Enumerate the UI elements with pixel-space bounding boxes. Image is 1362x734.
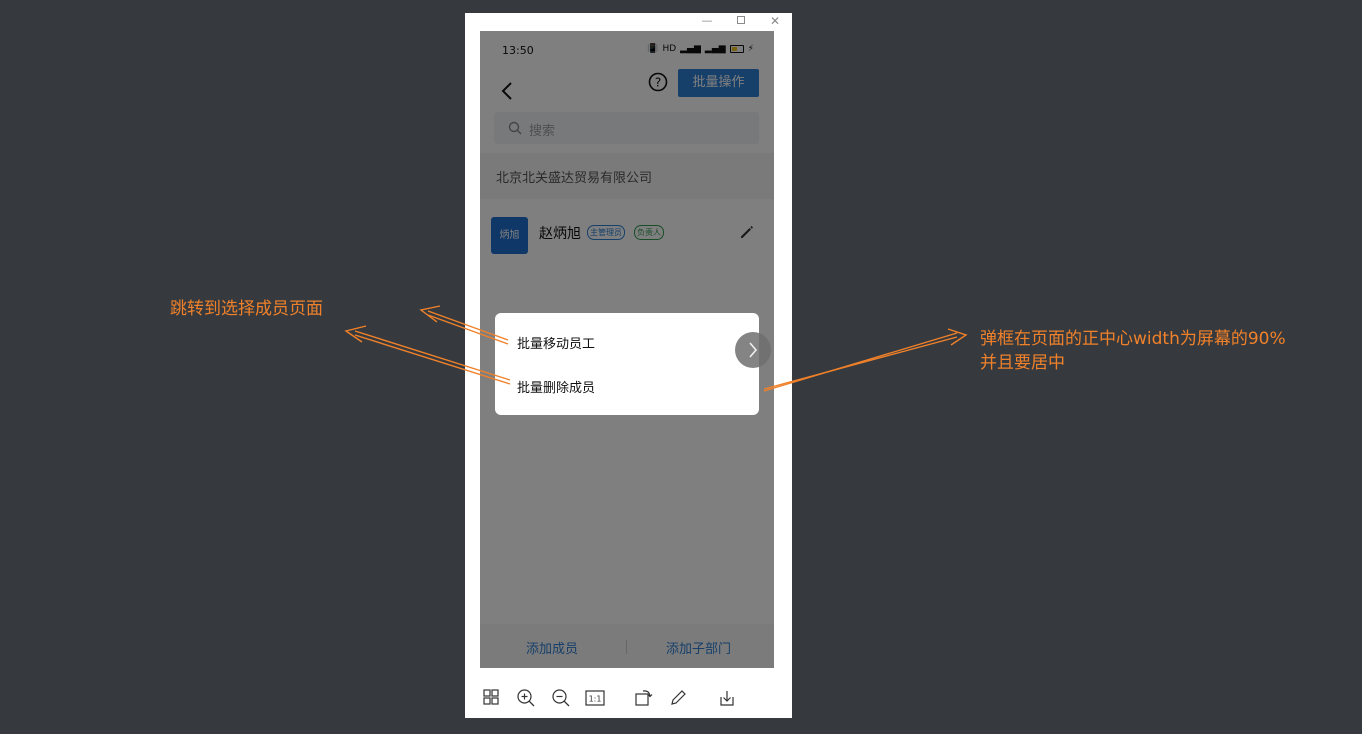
- annotation-right-line2: 并且要居中: [980, 353, 1065, 373]
- annotation-right-line1: 弹框在页面的正中心width为屏幕的90%: [980, 329, 1286, 349]
- annotation-left: 跳转到选择成员页面: [170, 299, 323, 319]
- annotation-right: 弹框在页面的正中心width为屏幕的90% 并且要居中: [980, 327, 1340, 375]
